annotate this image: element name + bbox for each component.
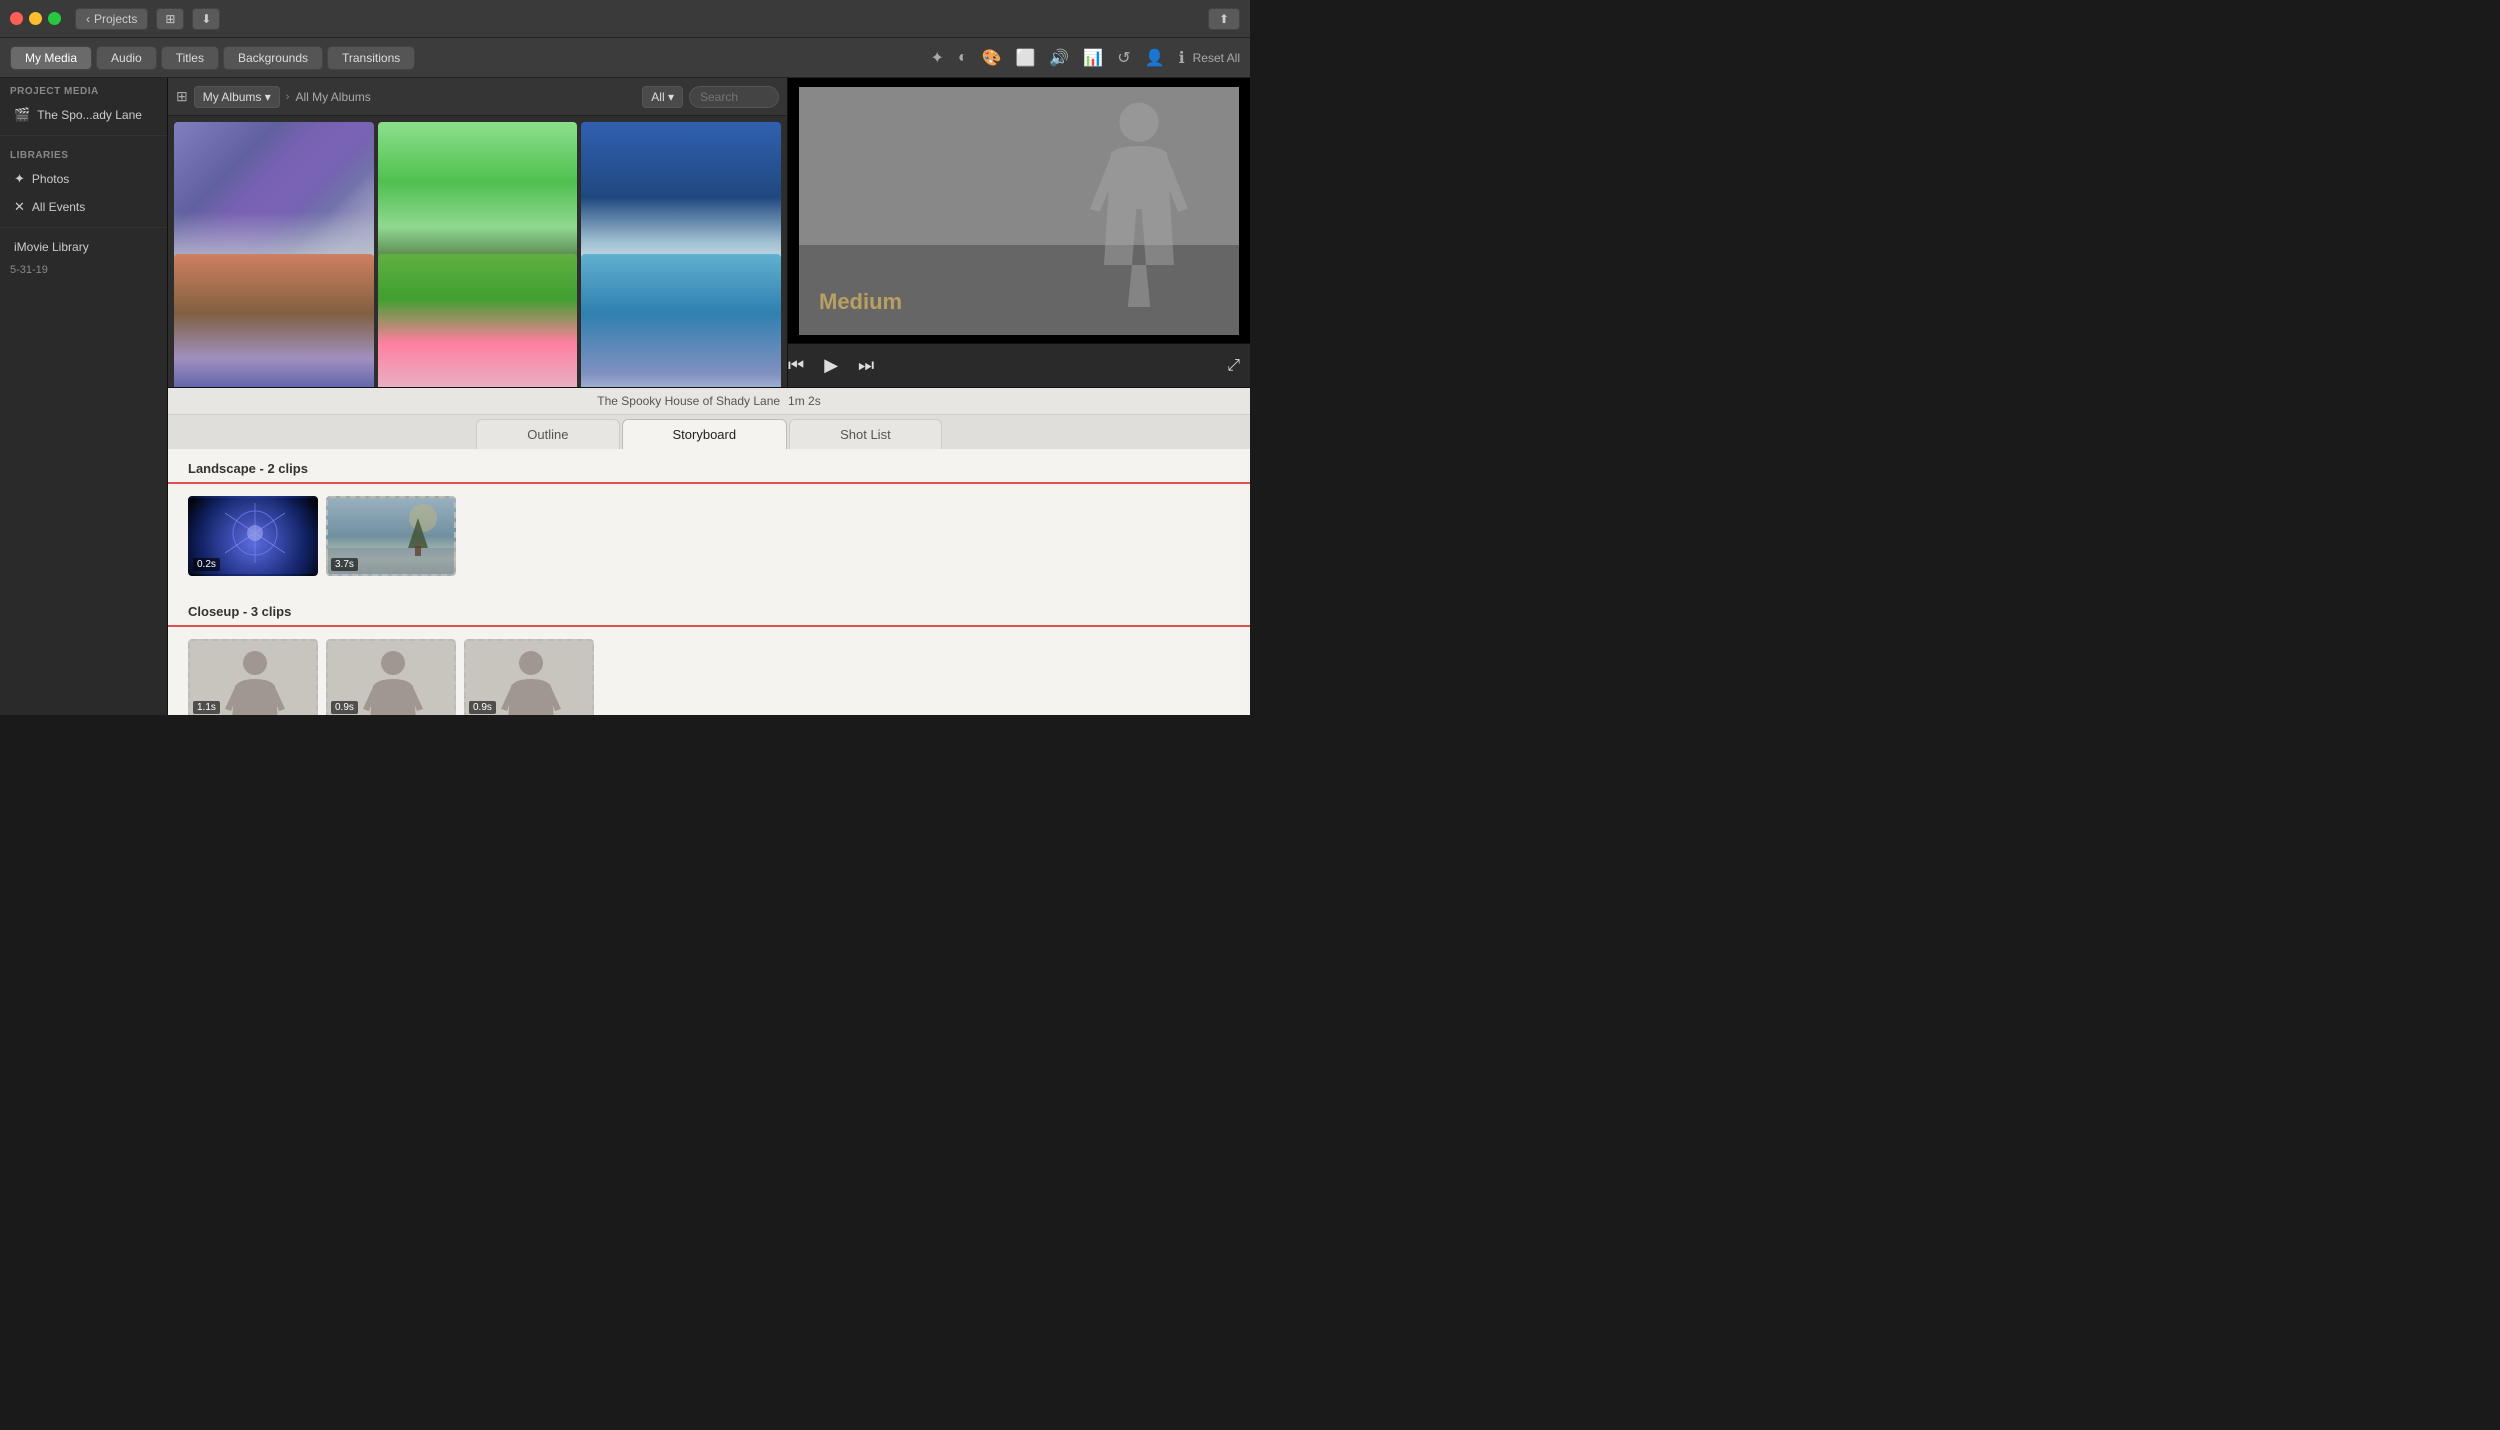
closeup-clips-row: 1.1s 0.9s bbox=[168, 635, 1250, 715]
sidebar: PROJECT MEDIA 🎬 The Spo...ady Lane LIBRA… bbox=[0, 78, 168, 715]
browser-header: ⊞ My Albums ▾ › All My Albums All ▾ bbox=[168, 78, 787, 116]
clip-thumb[interactable]: 3.7s bbox=[326, 496, 456, 576]
avatar-icon[interactable]: 👤 bbox=[1141, 46, 1169, 70]
reset-all-button[interactable]: Reset All bbox=[1193, 51, 1240, 65]
timeline-tabs: Outline Storyboard Shot List bbox=[168, 415, 1250, 449]
close-button[interactable] bbox=[10, 12, 23, 25]
sidebar-item-project[interactable]: 🎬 The Spo...ady Lane bbox=[4, 102, 163, 128]
minimize-button[interactable] bbox=[29, 12, 42, 25]
top-split: ⊞ My Albums ▾ › All My Albums All ▾ bbox=[168, 78, 1250, 388]
breadcrumb: All My Albums bbox=[295, 90, 370, 104]
media-thumb[interactable] bbox=[174, 254, 374, 388]
clip-duration: 3.7s bbox=[331, 558, 358, 571]
timeline-project-title: The Spooky House of Shady Lane bbox=[597, 394, 780, 408]
traffic-lights bbox=[10, 12, 61, 25]
tab-shot-list[interactable]: Shot List bbox=[789, 419, 942, 449]
media-browser: ⊞ My Albums ▾ › All My Albums All ▾ bbox=[168, 78, 788, 387]
media-thumb[interactable] bbox=[174, 122, 374, 272]
audio-icon[interactable]: 🔊 bbox=[1045, 46, 1073, 70]
photos-icon: ✦ bbox=[14, 171, 25, 187]
project-media-label: PROJECT MEDIA bbox=[0, 78, 167, 101]
tab-backgrounds[interactable]: Backgrounds bbox=[223, 46, 323, 70]
imovie-library-label: iMovie Library bbox=[14, 240, 89, 254]
chart-icon[interactable]: 📊 bbox=[1079, 46, 1107, 70]
sidebar-item-all-events[interactable]: ✕ All Events bbox=[4, 194, 163, 220]
media-thumb[interactable] bbox=[378, 254, 578, 388]
media-thumb[interactable] bbox=[581, 122, 781, 272]
preview-viewport: Medium bbox=[788, 78, 1250, 343]
breadcrumb-arrow: › bbox=[286, 91, 290, 103]
toolbar: My Media Audio Titles Backgrounds Transi… bbox=[0, 38, 1250, 78]
tab-storyboard[interactable]: Storyboard bbox=[622, 419, 788, 449]
palette-icon[interactable]: 🎨 bbox=[978, 46, 1006, 70]
play-button[interactable]: ▶ bbox=[824, 355, 838, 376]
timeline-section: The Spooky House of Shady Lane 1m 2s Out… bbox=[168, 388, 1250, 715]
landscape-clips-row: 0.2s 3.7s bbox=[168, 492, 1250, 592]
search-input[interactable] bbox=[689, 86, 779, 108]
sidebar-item-photos[interactable]: ✦ Photos bbox=[4, 166, 163, 192]
fullscreen-button[interactable]: ⤢ bbox=[1227, 357, 1240, 375]
clip-duration: 0.9s bbox=[469, 701, 496, 714]
color-icon[interactable]: ◐ bbox=[954, 47, 972, 69]
section-landscape: Landscape - 2 clips bbox=[168, 449, 1250, 484]
tab-audio[interactable]: Audio bbox=[96, 46, 157, 70]
sidebar-divider-2 bbox=[0, 227, 167, 228]
toolbar-icons: ✦ ◐ 🎨 ⬜ 🔊 📊 ↺ 👤 ℹ bbox=[926, 46, 1188, 70]
magic-wand-icon[interactable]: ✦ bbox=[926, 46, 947, 70]
sidebar-item-imovie-library[interactable]: iMovie Library bbox=[4, 235, 163, 259]
filter-label: All bbox=[651, 90, 664, 104]
preview-area: Medium ⏮ ▶ ⏭ ⤢ bbox=[788, 78, 1250, 387]
share-button[interactable]: ⬆ bbox=[1208, 8, 1240, 30]
go-to-start-button[interactable]: ⏮ bbox=[788, 355, 804, 376]
titlebar: ‹ Projects ⊞ ⬇ ⬆ bbox=[0, 0, 1250, 38]
preview-shot-label: Medium bbox=[819, 289, 902, 315]
album-selector[interactable]: My Albums ▾ bbox=[194, 86, 280, 108]
download-button[interactable]: ⬇ bbox=[192, 8, 220, 30]
clip-duration: 0.2s bbox=[193, 558, 220, 571]
browser-grid bbox=[168, 116, 787, 387]
tab-outline[interactable]: Outline bbox=[476, 419, 619, 449]
tab-my-media[interactable]: My Media bbox=[10, 46, 92, 70]
tab-titles[interactable]: Titles bbox=[161, 46, 219, 70]
tab-transitions[interactable]: Transitions bbox=[327, 46, 415, 70]
sidebar-date[interactable]: 5-31-19 bbox=[0, 260, 167, 280]
clip-thumb[interactable]: 0.9s bbox=[326, 639, 456, 715]
preview-controls: ⏮ ▶ ⏭ ⤢ bbox=[788, 343, 1250, 387]
clip-duration: 0.9s bbox=[331, 701, 358, 714]
clip-duration: 1.1s bbox=[193, 701, 220, 714]
photos-label: Photos bbox=[32, 172, 69, 186]
speed-icon[interactable]: ↺ bbox=[1113, 46, 1134, 70]
section-closeup: Closeup - 3 clips bbox=[168, 592, 1250, 627]
preview-frame: Medium bbox=[799, 87, 1239, 335]
clip-thumb[interactable]: 0.2s bbox=[188, 496, 318, 576]
sidebar-divider bbox=[0, 135, 167, 136]
projects-label: Projects bbox=[94, 12, 137, 26]
timeline-duration: 1m 2s bbox=[788, 394, 821, 408]
person-silhouette-icon bbox=[1069, 97, 1209, 307]
layout-button[interactable]: ⊞ bbox=[156, 8, 184, 30]
album-label: My Albums bbox=[203, 90, 262, 104]
media-thumb[interactable] bbox=[378, 122, 578, 272]
timeline-header: The Spooky House of Shady Lane 1m 2s bbox=[168, 388, 1250, 415]
grid-view-icon[interactable]: ⊞ bbox=[176, 88, 188, 105]
info-icon[interactable]: ℹ bbox=[1175, 46, 1189, 70]
events-icon: ✕ bbox=[14, 199, 25, 215]
content-area: ⊞ My Albums ▾ › All My Albums All ▾ bbox=[168, 78, 1250, 715]
libraries-label: LIBRARIES bbox=[0, 142, 167, 165]
go-to-end-button[interactable]: ⏭ bbox=[858, 355, 874, 376]
filter-all-button[interactable]: All ▾ bbox=[642, 86, 683, 108]
all-events-label: All Events bbox=[32, 200, 85, 214]
film-icon: 🎬 bbox=[14, 107, 30, 123]
project-name: The Spo...ady Lane bbox=[37, 108, 142, 122]
shot-list-content: Landscape - 2 clips bbox=[168, 449, 1250, 715]
chevron-left-icon: ‹ bbox=[86, 12, 90, 26]
projects-button[interactable]: ‹ Projects bbox=[75, 8, 148, 30]
media-thumb[interactable] bbox=[581, 254, 781, 388]
maximize-button[interactable] bbox=[48, 12, 61, 25]
crop-icon[interactable]: ⬜ bbox=[1011, 46, 1039, 70]
clip-thumb[interactable]: 0.9s bbox=[464, 639, 594, 715]
clip-thumb[interactable]: 1.1s bbox=[188, 639, 318, 715]
main-layout: PROJECT MEDIA 🎬 The Spo...ady Lane LIBRA… bbox=[0, 78, 1250, 715]
